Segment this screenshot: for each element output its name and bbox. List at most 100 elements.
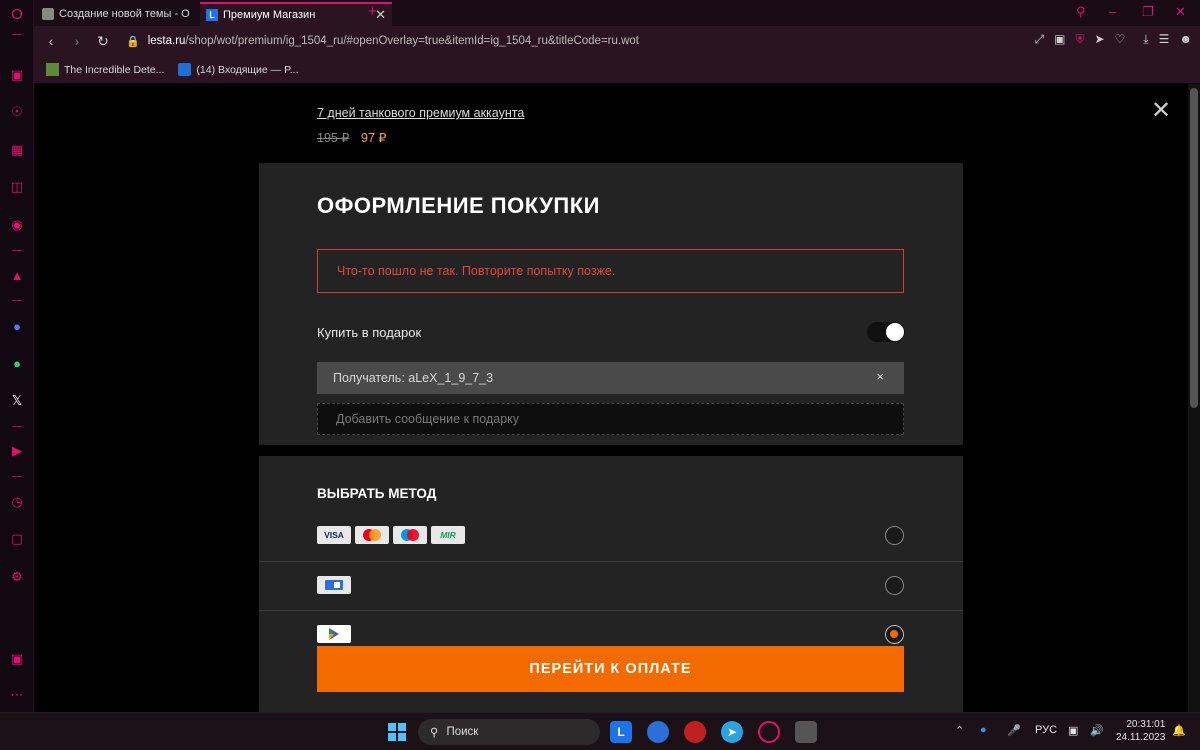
new-price: 97 ₽: [361, 131, 387, 145]
search-tabs-icon[interactable]: ⚲: [1076, 4, 1086, 20]
whatsapp-icon[interactable]: ●: [8, 354, 26, 372]
speed-dial-icon[interactable]: ☉: [8, 103, 26, 121]
share-icon[interactable]: ⤢: [1034, 32, 1044, 47]
checkout-panel: ОФОРМЛЕНИЕ ПОКУПКИ Что-то пошло не так. …: [259, 163, 963, 445]
payment-method-wallet[interactable]: [259, 561, 963, 609]
bookmark-item[interactable]: (14) Входящие — P...: [178, 63, 299, 76]
camera-icon[interactable]: ▣: [1054, 32, 1065, 47]
error-message: Что-то пошло не так. Повторите попытку п…: [317, 249, 904, 293]
bookmark-label: (14) Входящие — P...: [196, 63, 299, 76]
address-tools: ⤢ ▣ ⛨ ➤ ♡ ⤓ ☰ ☻: [1034, 32, 1192, 47]
tab-title: Создание новой темы - О: [59, 8, 190, 20]
mastercard-icon: [355, 526, 389, 544]
card-badges: VISA MIR: [317, 526, 465, 544]
page-scrollbar[interactable]: [1188, 84, 1200, 712]
windows-start-icon[interactable]: [386, 721, 408, 743]
download-icon[interactable]: ⤓: [1143, 32, 1148, 47]
mir-badge: MIR: [431, 526, 465, 544]
close-overlay-icon[interactable]: ✕: [1151, 96, 1171, 125]
gift-label: Купить в подарок: [317, 325, 422, 340]
sbp-badges: [317, 625, 351, 643]
page-content: 7 дней танкового премиум аккаунта 195 ₽ …: [34, 84, 1188, 712]
microphone-icon[interactable]: 🎤: [1007, 724, 1021, 737]
opera-taskbar-icon[interactable]: [758, 721, 780, 743]
visa-badge: VISA: [317, 526, 351, 544]
tab-forum[interactable]: Создание новой темы - О: [36, 2, 196, 26]
url-domain: lesta.ru: [147, 35, 186, 47]
vpn-shield-icon[interactable]: ⛨: [1075, 32, 1084, 47]
settings-icon[interactable]: ⚙: [8, 568, 26, 586]
instagram-icon[interactable]: ◉: [8, 216, 26, 234]
player-icon[interactable]: ▶: [8, 442, 26, 460]
browser-sidebar: O ▣ ☉ ▦ ◫ ◉ ▲ ● ● 𝕏 ▶ ◷ ▢ ⚙ ▣ ⋯: [0, 0, 34, 712]
forward-icon[interactable]: ›: [64, 33, 90, 49]
aria-icon[interactable]: ▲: [8, 266, 26, 284]
scroll-thumb[interactable]: [1190, 88, 1198, 408]
taskbar-search[interactable]: ⚲ Поиск: [418, 719, 600, 745]
gift-message-input[interactable]: [317, 403, 904, 435]
back-icon[interactable]: ‹: [38, 33, 64, 49]
toggle-knob: [886, 323, 904, 341]
heart-icon[interactable]: ♡: [1115, 32, 1126, 47]
bag-icon[interactable]: ▦: [8, 141, 26, 159]
tray-app-icon[interactable]: ●: [980, 724, 987, 736]
tab-premium-shop[interactable]: L Премиум Магазин ✕: [200, 2, 392, 26]
lock-icon[interactable]: 🔒: [126, 35, 140, 48]
recipient-field[interactable]: Получатель: aLeX_1_9_7_3 ×: [317, 362, 904, 394]
volume-icon[interactable]: 🔊: [1090, 724, 1104, 737]
clock-time: 20:31:01: [1126, 719, 1166, 730]
wot-app-icon[interactable]: [795, 721, 817, 743]
radio-sbp[interactable]: [885, 625, 904, 644]
wallet-badges: [317, 576, 351, 594]
new-tab-icon[interactable]: +: [368, 3, 377, 20]
close-window-icon[interactable]: ✕: [1175, 4, 1186, 20]
sidebar-separator: [12, 250, 22, 251]
twitch-icon[interactable]: ◫: [8, 178, 26, 196]
lesta-app-icon[interactable]: L: [610, 721, 632, 743]
bookmarks-bar: The Incredible Dete... (14) Входящие — P…: [34, 56, 1200, 83]
profile-icon[interactable]: ☻: [1179, 32, 1192, 47]
send-icon[interactable]: ➤: [1094, 32, 1104, 47]
address-bar: ‹ › ↻ 🔒 lesta.ru/shop/wot/premium/ig_150…: [34, 26, 1200, 56]
more-icon[interactable]: ⋯: [8, 686, 26, 704]
radio-cards[interactable]: [885, 526, 904, 545]
opera-logo-icon[interactable]: O: [8, 5, 26, 23]
product-link[interactable]: 7 дней танкового премиум аккаунта: [317, 106, 524, 120]
telegram-icon[interactable]: ➤: [721, 721, 743, 743]
minecraft-icon: [46, 63, 59, 76]
gamepad-icon[interactable]: ▣: [8, 66, 26, 84]
restore-icon[interactable]: ❐: [1142, 4, 1154, 20]
windows-taskbar: ⚲ Поиск L ➤ ⌃ ● 🎤 РУС ▣ 🔊 20:31:01 24.11…: [0, 712, 1200, 750]
cube-icon[interactable]: ▢: [8, 530, 26, 548]
messenger-icon[interactable]: ●: [8, 317, 26, 335]
app-drop-icon[interactable]: [647, 721, 669, 743]
clock-date: 24.11.2023: [1116, 732, 1166, 743]
search-icon: ⚲: [430, 727, 439, 739]
history-icon[interactable]: ◷: [8, 493, 26, 511]
search-label: Поиск: [446, 726, 479, 738]
clock[interactable]: 20:31:01 24.11.2023: [1116, 718, 1165, 744]
app-red-icon[interactable]: [684, 721, 706, 743]
clear-recipient-icon[interactable]: ×: [876, 369, 884, 384]
network-icon[interactable]: ▣: [1068, 724, 1078, 737]
reload-icon[interactable]: ↻: [90, 33, 116, 50]
sidebar-separator: [12, 34, 22, 35]
url-field[interactable]: lesta.ru/shop/wot/premium/ig_1504_ru/#op…: [148, 35, 639, 47]
radio-wallet[interactable]: [885, 576, 904, 595]
notifications-icon[interactable]: 🔔: [1172, 724, 1186, 737]
tab-bar: Создание новой темы - О L Премиум Магази…: [34, 0, 1200, 26]
gift-toggle[interactable]: [867, 322, 905, 342]
lesta-favicon-icon: L: [206, 9, 218, 21]
payment-method-title: ВЫБРАТЬ МЕТОД: [317, 486, 437, 501]
language-indicator[interactable]: РУС: [1035, 724, 1057, 736]
go-to-payment-button[interactable]: ПЕРЕЙТИ К ОПЛАТЕ: [317, 646, 904, 692]
gallery-icon[interactable]: ▣: [8, 650, 26, 668]
easy-setup-icon[interactable]: ☰: [1159, 32, 1170, 47]
bookmark-item[interactable]: The Incredible Dete...: [46, 63, 164, 76]
minimize-icon[interactable]: –: [1109, 4, 1116, 19]
recipient-label: Получатель: aLeX_1_9_7_3: [333, 371, 494, 385]
x-icon[interactable]: 𝕏: [8, 392, 26, 410]
payment-method-cards[interactable]: VISA MIR: [259, 512, 963, 560]
tray-expand-icon[interactable]: ⌃: [955, 724, 964, 737]
url-path: /shop/wot/premium/ig_1504_ru/#openOverla…: [185, 35, 639, 47]
